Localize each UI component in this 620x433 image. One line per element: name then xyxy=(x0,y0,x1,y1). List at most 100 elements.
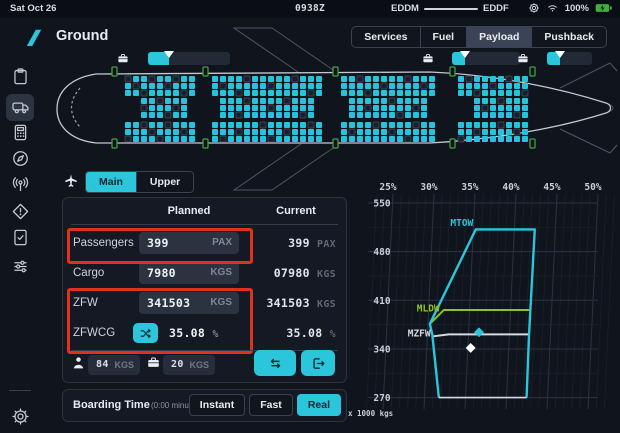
seat[interactable] xyxy=(292,122,298,128)
send-to-aircraft-button[interactable] xyxy=(301,350,335,376)
seat[interactable] xyxy=(133,136,139,142)
seat[interactable] xyxy=(268,122,274,128)
seat[interactable] xyxy=(405,136,411,142)
seat[interactable] xyxy=(514,76,520,82)
seat[interactable] xyxy=(173,98,179,104)
seat[interactable] xyxy=(405,98,411,104)
seat[interactable] xyxy=(429,136,435,142)
seat[interactable] xyxy=(490,83,496,89)
seat[interactable] xyxy=(189,129,195,135)
seat[interactable] xyxy=(292,105,298,111)
sidebar-item-truck[interactable] xyxy=(6,94,34,121)
seat[interactable] xyxy=(316,83,322,89)
seat[interactable] xyxy=(236,136,242,142)
seat[interactable] xyxy=(165,105,171,111)
seat[interactable] xyxy=(429,76,435,82)
seat[interactable] xyxy=(149,76,155,82)
seat[interactable] xyxy=(141,129,147,135)
seat[interactable] xyxy=(268,83,274,89)
seat[interactable] xyxy=(365,98,371,104)
cargo-slider-track[interactable] xyxy=(547,52,592,65)
seat[interactable] xyxy=(220,136,226,142)
seat[interactable] xyxy=(397,136,403,142)
seat[interactable] xyxy=(341,76,347,82)
seat[interactable] xyxy=(498,76,504,82)
seat[interactable] xyxy=(365,90,371,96)
seat[interactable] xyxy=(308,83,314,89)
seat[interactable] xyxy=(466,83,472,89)
seat[interactable] xyxy=(349,112,355,118)
seat[interactable] xyxy=(252,90,258,96)
seat[interactable] xyxy=(349,122,355,128)
seat[interactable] xyxy=(458,76,464,82)
seat[interactable] xyxy=(220,98,226,104)
seat[interactable] xyxy=(421,136,427,142)
seat[interactable] xyxy=(506,136,512,142)
seat[interactable] xyxy=(506,76,512,82)
seat[interactable] xyxy=(482,105,488,111)
seat[interactable] xyxy=(413,83,419,89)
seat[interactable] xyxy=(125,90,131,96)
seat[interactable] xyxy=(373,122,379,128)
seat[interactable] xyxy=(181,112,187,118)
seat[interactable] xyxy=(365,112,371,118)
zfwcg-shuffle-button[interactable] xyxy=(133,323,158,343)
seat[interactable] xyxy=(292,98,298,104)
seat[interactable] xyxy=(236,129,242,135)
seat[interactable] xyxy=(236,83,242,89)
seat[interactable] xyxy=(498,122,504,128)
seat[interactable] xyxy=(157,90,163,96)
seat[interactable] xyxy=(421,112,427,118)
seat[interactable] xyxy=(268,112,274,118)
seat[interactable] xyxy=(284,122,290,128)
seat[interactable] xyxy=(458,90,464,96)
seat[interactable] xyxy=(189,83,195,89)
seat[interactable] xyxy=(165,129,171,135)
seat[interactable] xyxy=(522,122,528,128)
seat[interactable] xyxy=(413,112,419,118)
seat[interactable] xyxy=(157,76,163,82)
seat[interactable] xyxy=(482,136,488,142)
seat[interactable] xyxy=(260,129,266,135)
seat[interactable] xyxy=(397,90,403,96)
seat[interactable] xyxy=(165,90,171,96)
seat[interactable] xyxy=(236,122,242,128)
seat[interactable] xyxy=(260,76,266,82)
seat[interactable] xyxy=(349,83,355,89)
seat[interactable] xyxy=(189,76,195,82)
seat[interactable] xyxy=(125,83,131,89)
seat[interactable] xyxy=(349,76,355,82)
seat[interactable] xyxy=(381,136,387,142)
seat[interactable] xyxy=(141,136,147,142)
seat[interactable] xyxy=(381,83,387,89)
seat[interactable] xyxy=(482,83,488,89)
seat[interactable] xyxy=(141,98,147,104)
seat[interactable] xyxy=(276,129,282,135)
seat[interactable] xyxy=(522,76,528,82)
seat[interactable] xyxy=(341,83,347,89)
seat[interactable] xyxy=(458,83,464,89)
seat[interactable] xyxy=(157,136,163,142)
seat[interactable] xyxy=(276,98,282,104)
bag-weight-input[interactable]: 20 KGS xyxy=(163,355,215,375)
seat[interactable] xyxy=(341,136,347,142)
seat[interactable] xyxy=(165,112,171,118)
seat[interactable] xyxy=(458,122,464,128)
seat[interactable] xyxy=(173,83,179,89)
seat[interactable] xyxy=(397,76,403,82)
seat[interactable] xyxy=(236,105,242,111)
seat[interactable] xyxy=(413,105,419,111)
seat[interactable] xyxy=(316,90,322,96)
seat[interactable] xyxy=(244,105,250,111)
seat[interactable] xyxy=(252,83,258,89)
seat[interactable] xyxy=(373,136,379,142)
seat[interactable] xyxy=(421,90,427,96)
seat[interactable] xyxy=(357,122,363,128)
seat[interactable] xyxy=(474,83,480,89)
seat[interactable] xyxy=(522,112,528,118)
seat[interactable] xyxy=(244,90,250,96)
seat[interactable] xyxy=(482,98,488,104)
seat[interactable] xyxy=(189,122,195,128)
seat[interactable] xyxy=(300,83,306,89)
seat[interactable] xyxy=(189,90,195,96)
